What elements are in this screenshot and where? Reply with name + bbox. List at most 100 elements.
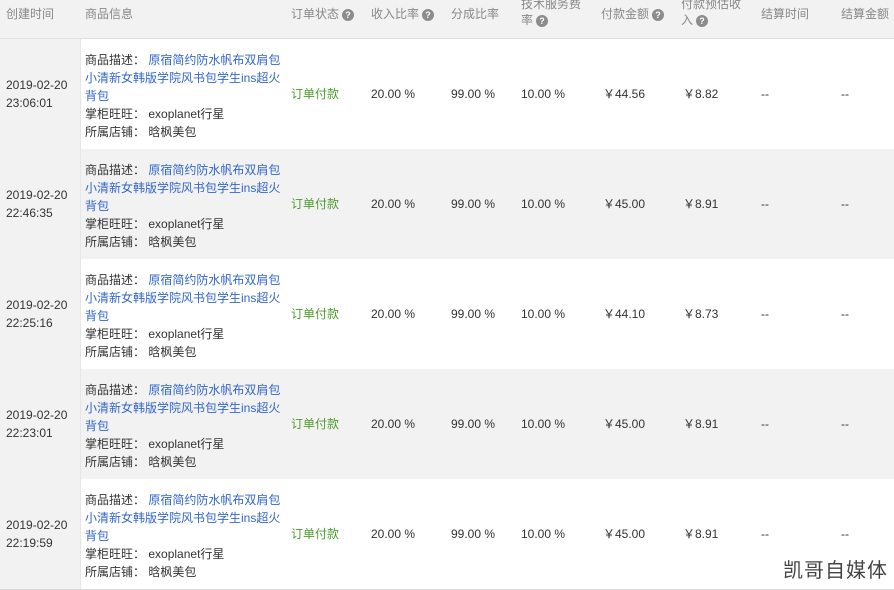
created-time-cell: 2019-02-20 22:25:16 (0, 259, 81, 369)
share-ratio: 99.00 % (451, 307, 496, 321)
created-time: 2019-02-20 22:25:16 (6, 296, 67, 332)
order-status: 订单付款 (291, 417, 340, 431)
estimated-income: ￥8.73 (683, 307, 719, 321)
created-time: 2019-02-20 22:46:35 (6, 186, 67, 222)
table-row: 2019-02-20 23:06:01 商品描述： 原宿简约防水帆布双肩包 小清新女韩… (0, 39, 894, 150)
share-ratio: 99.00 % (451, 87, 496, 101)
help-icon[interactable]: ? (536, 14, 549, 27)
created-time: 2019-02-20 23:06:01 (6, 76, 67, 112)
created-clock: 22:23:01 (6, 426, 53, 440)
product-info: 商品描述： 原宿简约防水帆布双肩包 小清新女韩版学院风书包学生ins超火 背包 掌柜旺… (85, 381, 285, 471)
settle-time: -- (761, 527, 769, 541)
service-fee-ratio: 10.00 % (521, 417, 566, 431)
seller-name: exoplanet行星 (148, 547, 225, 561)
shop-label: 所属店铺： (85, 345, 146, 359)
created-time: 2019-02-20 22:19:59 (6, 516, 67, 552)
payment-amount: ￥44.56 (603, 87, 646, 101)
table-header: 创建时间 商品信息 订单状态? 收入比率? 分成比率 技术服务费率? 付款金额?… (0, 0, 894, 39)
share-ratio: 99.00 % (451, 197, 496, 211)
desc-label: 商品描述： (85, 273, 146, 287)
service-fee-ratio: 10.00 % (521, 197, 566, 211)
help-icon[interactable]: ? (342, 8, 355, 21)
seller-label: 掌柜旺旺： (85, 107, 146, 121)
payment-amount: ￥45.00 (603, 417, 646, 431)
settle-amount: -- (841, 527, 849, 541)
service-fee-ratio: 10.00 % (521, 307, 566, 321)
shop-name: 晗枫美包 (148, 125, 197, 139)
product-info: 商品描述： 原宿简约防水帆布双肩包 小清新女韩版学院风书包学生ins超火 背包 掌柜旺… (85, 491, 285, 581)
seller-label: 掌柜旺旺： (85, 547, 146, 561)
header-settle-amount: 结算金额 (841, 7, 890, 21)
product-info: 商品描述： 原宿简约防水帆布双肩包 小清新女韩版学院风书包学生ins超火 背包 掌柜旺… (85, 51, 285, 141)
income-ratio: 20.00 % (371, 197, 416, 211)
settle-time: -- (761, 87, 769, 101)
settle-amount: -- (841, 307, 849, 321)
share-ratio: 99.00 % (451, 527, 496, 541)
watermark: 凯哥自媒体 (783, 558, 888, 582)
created-date: 2019-02-20 (6, 298, 68, 312)
header-product-info: 商品信息 (85, 7, 134, 21)
seller-label: 掌柜旺旺： (85, 437, 146, 451)
payment-amount: ￥44.10 (603, 307, 646, 321)
settle-time: -- (761, 307, 769, 321)
shop-label: 所属店铺： (85, 565, 146, 579)
settle-amount: -- (841, 417, 849, 431)
seller-name: exoplanet行星 (148, 327, 225, 341)
header-estimated-income: 付款预估收入? (681, 0, 742, 27)
shop-name: 晗枫美包 (148, 235, 197, 249)
settle-amount: -- (841, 197, 849, 211)
created-date: 2019-02-20 (6, 408, 68, 422)
created-date: 2019-02-20 (6, 78, 68, 92)
created-clock: 22:46:35 (6, 206, 53, 220)
header-payment-amount: 付款金额? (601, 6, 665, 22)
table-row: 2019-02-20 22:19:59 商品描述： 原宿简约防水帆布双肩包 小清新女韩… (0, 479, 894, 590)
header-share-ratio: 分成比率 (451, 7, 500, 21)
order-status: 订单付款 (291, 87, 340, 101)
seller-name: exoplanet行星 (148, 217, 225, 231)
income-ratio: 20.00 % (371, 417, 416, 431)
created-clock: 22:19:59 (6, 536, 53, 550)
estimated-income: ￥8.82 (683, 87, 719, 101)
table-row: 2019-02-20 22:25:16 商品描述： 原宿简约防水帆布双肩包 小清新女韩… (0, 259, 894, 370)
created-time-cell: 2019-02-20 22:23:01 (0, 369, 81, 479)
income-ratio: 20.00 % (371, 527, 416, 541)
created-date: 2019-02-20 (6, 188, 68, 202)
created-time-cell: 2019-02-20 22:19:59 (0, 479, 81, 589)
shop-name: 晗枫美包 (148, 345, 197, 359)
shop-label: 所属店铺： (85, 235, 146, 249)
product-info: 商品描述： 原宿简约防水帆布双肩包 小清新女韩版学院风书包学生ins超火 背包 掌柜旺… (85, 271, 285, 361)
header-settle-time: 结算时间 (761, 7, 810, 21)
help-icon[interactable]: ? (696, 14, 709, 27)
desc-label: 商品描述： (85, 163, 146, 177)
seller-name: exoplanet行星 (148, 107, 225, 121)
shop-label: 所属店铺： (85, 125, 146, 139)
estimated-income: ￥8.91 (683, 527, 719, 541)
settle-time: -- (761, 197, 769, 211)
help-icon[interactable]: ? (422, 8, 435, 21)
shop-label: 所属店铺： (85, 455, 146, 469)
order-status: 订单付款 (291, 197, 340, 211)
order-status: 订单付款 (291, 307, 340, 321)
created-clock: 23:06:01 (6, 96, 53, 110)
estimated-income: ￥8.91 (683, 197, 719, 211)
service-fee-ratio: 10.00 % (521, 87, 566, 101)
header-service-fee: 技术服务费率? (521, 0, 582, 27)
shop-name: 晗枫美包 (148, 455, 197, 469)
desc-label: 商品描述： (85, 493, 146, 507)
created-time: 2019-02-20 22:23:01 (6, 406, 67, 442)
header-created-time: 创建时间 (6, 7, 55, 21)
desc-label: 商品描述： (85, 383, 146, 397)
settle-amount: -- (841, 87, 849, 101)
product-info: 商品描述： 原宿简约防水帆布双肩包 小清新女韩版学院风书包学生ins超火 背包 掌柜旺… (85, 161, 285, 251)
service-fee-ratio: 10.00 % (521, 527, 566, 541)
desc-label: 商品描述： (85, 53, 146, 67)
payment-amount: ￥45.00 (603, 197, 646, 211)
created-date: 2019-02-20 (6, 518, 68, 532)
help-icon[interactable]: ? (652, 8, 665, 21)
payment-amount: ￥45.00 (603, 527, 646, 541)
estimated-income: ￥8.91 (683, 417, 719, 431)
seller-name: exoplanet行星 (148, 437, 225, 451)
income-ratio: 20.00 % (371, 87, 416, 101)
created-time-cell: 2019-02-20 22:46:35 (0, 149, 81, 259)
settle-time: -- (761, 417, 769, 431)
